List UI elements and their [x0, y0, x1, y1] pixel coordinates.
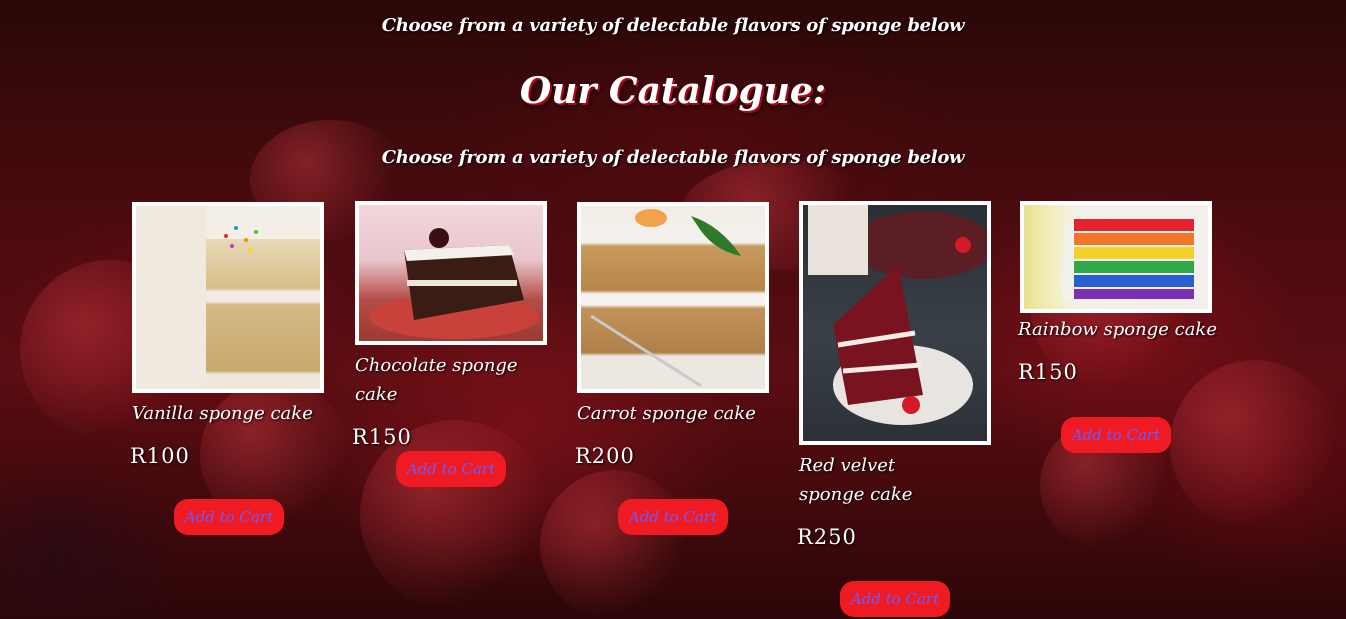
product-price: R250	[797, 525, 857, 549]
page-title: Our Catalogue:	[519, 70, 827, 112]
sub-tagline: Choose from a variety of delectable flav…	[381, 147, 965, 168]
chocolate-cake-illustration	[369, 228, 539, 339]
rainbow-cake-photo	[1024, 205, 1208, 309]
product-name: Chocolate sponge cake	[355, 355, 518, 405]
product-card-red-velvet: Red velvet sponge cake R250 Add to Cart	[797, 201, 991, 617]
product-name: Red velvet sponge cake	[799, 455, 913, 505]
add-to-cart-button[interactable]: Add to Cart	[174, 499, 284, 535]
product-image-frame	[355, 201, 547, 345]
product-price: R150	[1018, 360, 1078, 384]
product-price: R150	[352, 425, 412, 449]
product-name: Rainbow sponge cake	[1018, 319, 1217, 340]
add-to-cart-button[interactable]: Add to Cart	[396, 451, 506, 487]
vanilla-cake-photo	[136, 206, 320, 389]
product-name: Carrot sponge cake	[577, 403, 756, 424]
product-name: Vanilla sponge cake	[132, 403, 313, 424]
product-price: R200	[575, 444, 635, 468]
add-to-cart-button[interactable]: Add to Cart	[840, 581, 950, 617]
top-tagline: Choose from a variety of delectable flav…	[381, 15, 965, 36]
product-price: R100	[130, 444, 190, 468]
product-card-vanilla: Vanilla sponge cake R100 Add to Cart	[130, 202, 327, 535]
product-image-frame	[799, 201, 991, 445]
carrot-cake-illustration	[590, 209, 741, 388]
vanilla-cake-illustration	[136, 206, 258, 389]
add-to-cart-button[interactable]: Add to Cart	[618, 499, 728, 535]
red-velvet-cake-illustration	[808, 205, 987, 425]
rainbow-cake-illustration	[1062, 207, 1200, 305]
carrot-cake-photo	[581, 206, 765, 389]
product-card-rainbow: Rainbow sponge cake R150 Add to Cart	[1018, 201, 1220, 453]
product-card-carrot: Carrot sponge cake R200 Add to Cart	[575, 202, 772, 535]
product-image-frame	[577, 202, 769, 393]
product-card-chocolate: Chocolate sponge cake R150 Add to Cart	[352, 201, 555, 487]
add-to-cart-button[interactable]: Add to Cart	[1061, 417, 1171, 453]
product-image-frame	[132, 202, 324, 393]
red-velvet-cake-photo	[803, 205, 987, 441]
product-image-frame	[1020, 201, 1212, 313]
chocolate-cake-photo	[359, 205, 543, 341]
